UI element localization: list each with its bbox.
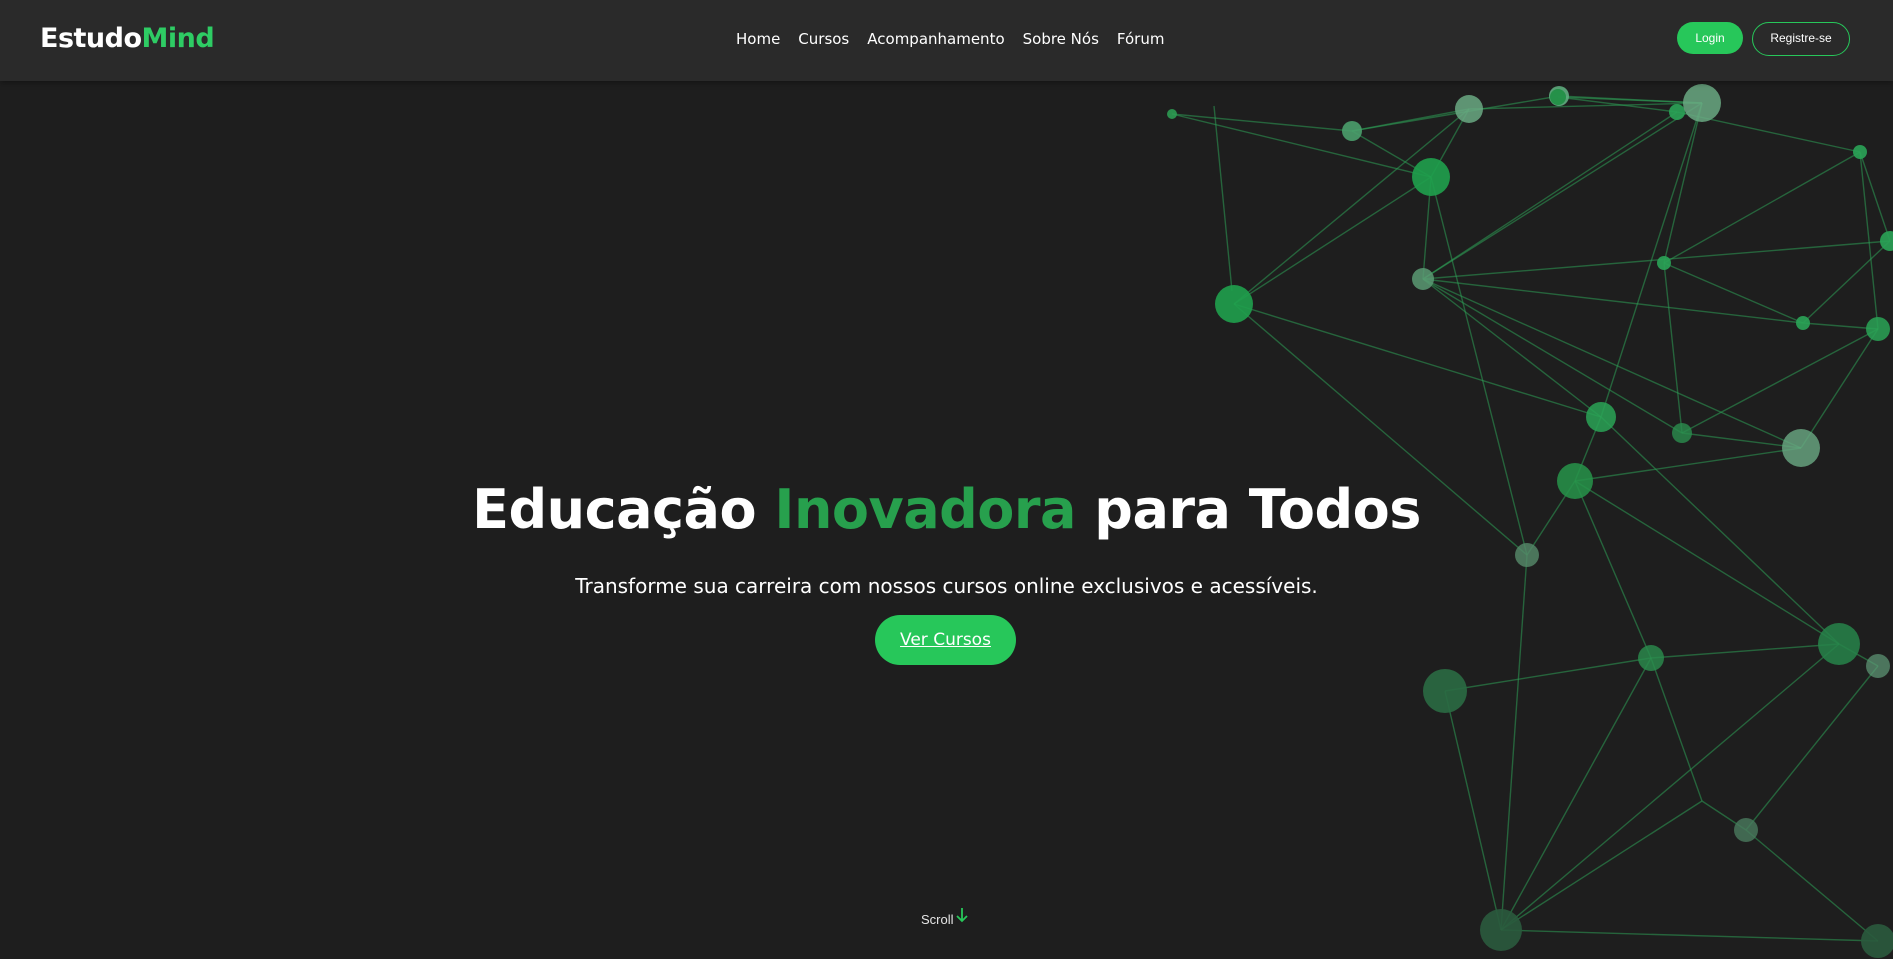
network-node bbox=[1796, 316, 1810, 330]
network-edge bbox=[1422, 111, 1678, 280]
network-edge bbox=[1574, 447, 1802, 482]
network-edge bbox=[1233, 303, 1602, 418]
top-navbar: EstudoMind Home Cursos Acompanhamento So… bbox=[0, 0, 1893, 81]
network-edge bbox=[1802, 240, 1891, 324]
main-nav: Home Cursos Acompanhamento Sobre Nós Fór… bbox=[736, 30, 1164, 48]
network-edge bbox=[1444, 690, 1502, 931]
network-node bbox=[1515, 543, 1539, 567]
network-node bbox=[1683, 84, 1721, 122]
network-node bbox=[1412, 268, 1434, 290]
network-node bbox=[1734, 818, 1758, 842]
network-edge bbox=[1650, 643, 1840, 659]
nav-link-forum[interactable]: Fórum bbox=[1117, 30, 1165, 48]
network-edge bbox=[1422, 102, 1703, 280]
network-edge bbox=[1500, 554, 1528, 931]
network-edge bbox=[1171, 113, 1353, 132]
network-node bbox=[1657, 256, 1671, 270]
network-node bbox=[1586, 402, 1616, 432]
logo-text-mind: Mind bbox=[141, 23, 215, 54]
network-edge bbox=[1422, 278, 1683, 434]
network-edge bbox=[1663, 262, 1683, 434]
scroll-indicator-label[interactable]: Scroll bbox=[921, 912, 954, 927]
network-node bbox=[1672, 423, 1692, 443]
network-node bbox=[1669, 104, 1685, 120]
network-edge bbox=[1500, 929, 1879, 942]
network-edge bbox=[1444, 657, 1652, 692]
network-edge bbox=[1681, 328, 1879, 434]
logo-text-estudo: Estudo bbox=[40, 23, 142, 54]
network-node bbox=[1455, 95, 1483, 123]
network-edge bbox=[1745, 829, 1879, 942]
login-button[interactable]: Login bbox=[1677, 22, 1743, 54]
network-edge bbox=[1422, 278, 1804, 324]
network-edge bbox=[1422, 278, 1602, 418]
network-node bbox=[1412, 158, 1450, 196]
nav-link-acompanhamento[interactable]: Acompanhamento bbox=[867, 30, 1004, 48]
hero-title: Educação Inovadora para Todos bbox=[0, 478, 1893, 541]
network-node bbox=[1215, 285, 1253, 323]
nav-link-sobre-nos[interactable]: Sobre Nós bbox=[1023, 30, 1099, 48]
hero-title-accent: Inovadora bbox=[774, 478, 1076, 541]
network-node bbox=[1861, 924, 1893, 958]
network-edge bbox=[1233, 176, 1432, 305]
network-node bbox=[1167, 109, 1177, 119]
hero-title-start: Educação bbox=[472, 478, 757, 541]
network-node bbox=[1818, 623, 1860, 665]
network-edge bbox=[1663, 262, 1804, 324]
network-edge bbox=[1650, 657, 1703, 802]
ver-cursos-button[interactable]: Ver Cursos bbox=[875, 615, 1016, 665]
network-edge bbox=[1500, 643, 1840, 931]
network-node bbox=[1782, 429, 1820, 467]
hero-title-end: para Todos bbox=[1094, 478, 1421, 541]
register-button[interactable]: Registre-se bbox=[1752, 22, 1850, 56]
network-edge bbox=[1663, 102, 1703, 264]
network-node bbox=[1866, 317, 1890, 341]
network-node bbox=[1480, 909, 1522, 951]
network-node bbox=[1550, 89, 1566, 105]
network-node bbox=[1853, 145, 1867, 159]
network-edge bbox=[1213, 105, 1233, 292]
brand-logo[interactable]: EstudoMind bbox=[40, 23, 215, 54]
nav-link-cursos[interactable]: Cursos bbox=[798, 30, 849, 48]
hero-subtitle: Transforme sua carreira com nossos curso… bbox=[575, 574, 1318, 598]
network-node bbox=[1342, 121, 1362, 141]
network-edge bbox=[1351, 108, 1470, 132]
network-node bbox=[1638, 645, 1664, 671]
network-edge bbox=[1745, 665, 1879, 831]
network-edge bbox=[1500, 800, 1703, 931]
network-edge bbox=[1800, 328, 1879, 449]
network-edge bbox=[1500, 657, 1652, 931]
arrow-down-icon[interactable] bbox=[955, 907, 969, 925]
nav-link-home[interactable]: Home bbox=[736, 30, 780, 48]
network-node bbox=[1866, 654, 1890, 678]
network-node bbox=[1423, 669, 1467, 713]
